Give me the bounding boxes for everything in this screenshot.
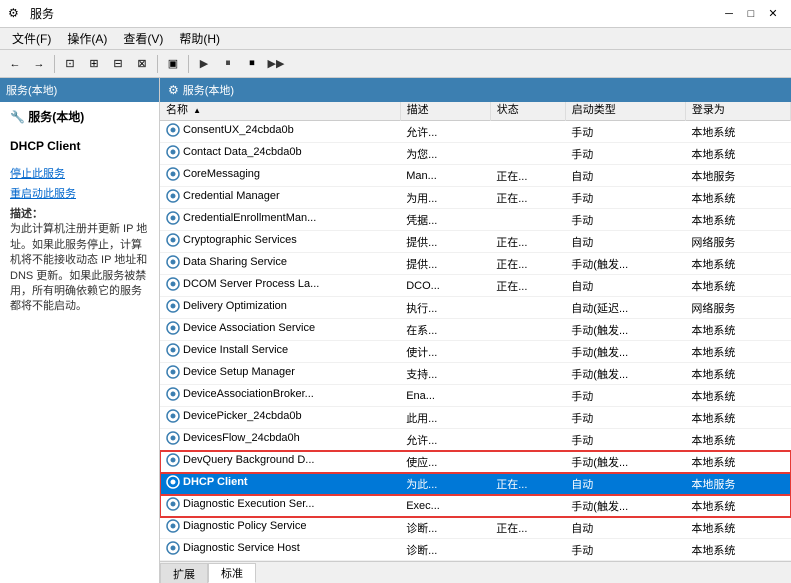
- table-row[interactable]: DHCP Client 为此...正在...自动本地服务: [160, 473, 791, 495]
- service-icon: [166, 343, 180, 357]
- right-panel-title: 服务(本地): [183, 82, 234, 98]
- service-icon: [166, 189, 180, 203]
- service-icon: [166, 233, 180, 247]
- sort-arrow: ▲: [193, 106, 201, 115]
- app-icon: ⚙: [8, 6, 24, 22]
- table-row[interactable]: DevQuery Background D... 使应...手动(触发...本地…: [160, 451, 791, 473]
- service-icon: [166, 277, 180, 291]
- window-controls: ─ □ ✕: [719, 5, 783, 23]
- menu-file[interactable]: 文件(F): [4, 28, 59, 49]
- right-panel: ⚙ 服务(本地) 名称 ▲ 描述 状态 启动类型 登录为: [160, 78, 791, 583]
- toolbar-btn3[interactable]: ⊟: [107, 53, 129, 75]
- restart-service-link[interactable]: 重启动此服务: [10, 185, 149, 201]
- menu-view[interactable]: 查看(V): [115, 28, 171, 49]
- table-row[interactable]: Data Sharing Service 提供...正在...手动(触发...本…: [160, 253, 791, 275]
- service-icon: [166, 255, 180, 269]
- panel-header-icon: ⚙: [168, 83, 179, 97]
- table-row[interactable]: Device Association Service 在系...手动(触发...…: [160, 319, 791, 341]
- toolbar-stop[interactable]: ⏹: [241, 53, 263, 75]
- left-panel-title: 服务(本地): [6, 82, 57, 98]
- table-row[interactable]: DeviceAssociationBroker... Ena...手动本地系统: [160, 385, 791, 407]
- right-panel-header: ⚙ 服务(本地): [160, 78, 791, 102]
- service-icon: [166, 365, 180, 379]
- minimize-button[interactable]: ─: [719, 5, 739, 23]
- service-icon: [166, 409, 180, 423]
- toolbar-btn4[interactable]: ⊠: [131, 53, 153, 75]
- maximize-button[interactable]: □: [741, 5, 761, 23]
- toolbar-back[interactable]: ←: [4, 53, 26, 75]
- services-local-node[interactable]: 🔧 服务(本地): [0, 102, 159, 131]
- col-status[interactable]: 状态: [490, 102, 565, 121]
- services-table-container[interactable]: 名称 ▲ 描述 状态 启动类型 登录为 ConsentUX_24cbda0b 允…: [160, 102, 791, 561]
- table-row[interactable]: Cryptographic Services 提供...正在...自动网络服务: [160, 231, 791, 253]
- bottom-tabs: 扩展 标准: [160, 561, 791, 583]
- left-panel: 服务(本地) 🔧 服务(本地) DHCP Client 停止此服务 重启动此服务…: [0, 78, 160, 583]
- table-row[interactable]: Diagnostic Execution Ser... Exec...手动(触发…: [160, 495, 791, 517]
- left-panel-header: 服务(本地): [0, 78, 159, 102]
- tab-standard[interactable]: 标准: [208, 563, 256, 583]
- service-description: 描述： 为此计算机注册并更新 IP 地址。如果此服务停止，计算机将不能接收动态 …: [10, 207, 149, 315]
- service-icon: [166, 299, 180, 313]
- service-icon: [166, 475, 180, 489]
- col-login[interactable]: 登录为: [685, 102, 790, 121]
- col-startup[interactable]: 启动类型: [565, 102, 685, 121]
- tab-expand[interactable]: 扩展: [160, 563, 208, 583]
- main-container: 服务(本地) 🔧 服务(本地) DHCP Client 停止此服务 重启动此服务…: [0, 78, 791, 583]
- services-table: 名称 ▲ 描述 状态 启动类型 登录为 ConsentUX_24cbda0b 允…: [160, 102, 791, 561]
- toolbar-show-console[interactable]: ⊡: [59, 53, 81, 75]
- services-tbody: ConsentUX_24cbda0b 允许...手动本地系统 Contact D…: [160, 121, 791, 561]
- table-row[interactable]: Credential Manager 为用...正在...手动本地系统: [160, 187, 791, 209]
- table-row[interactable]: Diagnostic Service Host 诊断...手动本地系统: [160, 539, 791, 561]
- table-row[interactable]: CredentialEnrollmentMan... 凭据...手动本地系统: [160, 209, 791, 231]
- table-row[interactable]: DevicePicker_24cbda0b 此用...手动本地系统: [160, 407, 791, 429]
- service-icon: [166, 541, 180, 555]
- table-row[interactable]: CoreMessaging Man...正在...自动本地服务: [160, 165, 791, 187]
- col-name[interactable]: 名称 ▲: [160, 102, 400, 121]
- service-icon: [166, 387, 180, 401]
- table-row[interactable]: DCOM Server Process La... DCO...正在...自动本…: [160, 275, 791, 297]
- title-bar: ⚙ 服务 ─ □ ✕: [0, 0, 791, 28]
- toolbar-forward[interactable]: →: [28, 53, 50, 75]
- toolbar-pause[interactable]: ⏸: [217, 53, 239, 75]
- col-desc[interactable]: 描述: [400, 102, 490, 121]
- service-icon: [166, 453, 180, 467]
- service-icon: [166, 321, 180, 335]
- toolbar-restart[interactable]: ▶▶: [265, 53, 287, 75]
- toolbar-btn2[interactable]: ⊞: [83, 53, 105, 75]
- toolbar: ← → ⊡ ⊞ ⊟ ⊠ ▣ ▶ ⏸ ⏹ ▶▶: [0, 50, 791, 78]
- close-button[interactable]: ✕: [763, 5, 783, 23]
- service-detail-panel: DHCP Client 停止此服务 重启动此服务 描述： 为此计算机注册并更新 …: [0, 131, 159, 323]
- toolbar-sep-2: [157, 55, 158, 73]
- service-icon: [166, 431, 180, 445]
- table-header: 名称 ▲ 描述 状态 启动类型 登录为: [160, 102, 791, 121]
- table-row[interactable]: Contact Data_24cbda0b 为您...手动本地系统: [160, 143, 791, 165]
- table-row[interactable]: Diagnostic Policy Service 诊断...正在...自动本地…: [160, 517, 791, 539]
- table-row[interactable]: Device Setup Manager 支持...手动(触发...本地系统: [160, 363, 791, 385]
- table-row[interactable]: ConsentUX_24cbda0b 允许...手动本地系统: [160, 121, 791, 143]
- selected-service-name: DHCP Client: [10, 139, 80, 153]
- service-icon: [166, 123, 180, 137]
- toolbar-start[interactable]: ▶: [193, 53, 215, 75]
- toolbar-sep-1: [54, 55, 55, 73]
- service-icon: [166, 519, 180, 533]
- menu-help[interactable]: 帮助(H): [171, 28, 228, 49]
- service-icon: [166, 167, 180, 181]
- service-icon: [166, 211, 180, 225]
- stop-service-link[interactable]: 停止此服务: [10, 165, 149, 181]
- service-icon: [166, 497, 180, 511]
- table-row[interactable]: Device Install Service 使计...手动(触发...本地系统: [160, 341, 791, 363]
- menu-bar: 文件(F) 操作(A) 查看(V) 帮助(H): [0, 28, 791, 50]
- table-row[interactable]: DevicesFlow_24cbda0h 允许...手动本地系统: [160, 429, 791, 451]
- toolbar-properties[interactable]: ▣: [162, 53, 184, 75]
- menu-action[interactable]: 操作(A): [59, 28, 115, 49]
- toolbar-sep-3: [188, 55, 189, 73]
- window-title: 服务: [30, 5, 54, 22]
- table-row[interactable]: Delivery Optimization 执行...自动(延迟...网络服务: [160, 297, 791, 319]
- service-icon: [166, 145, 180, 159]
